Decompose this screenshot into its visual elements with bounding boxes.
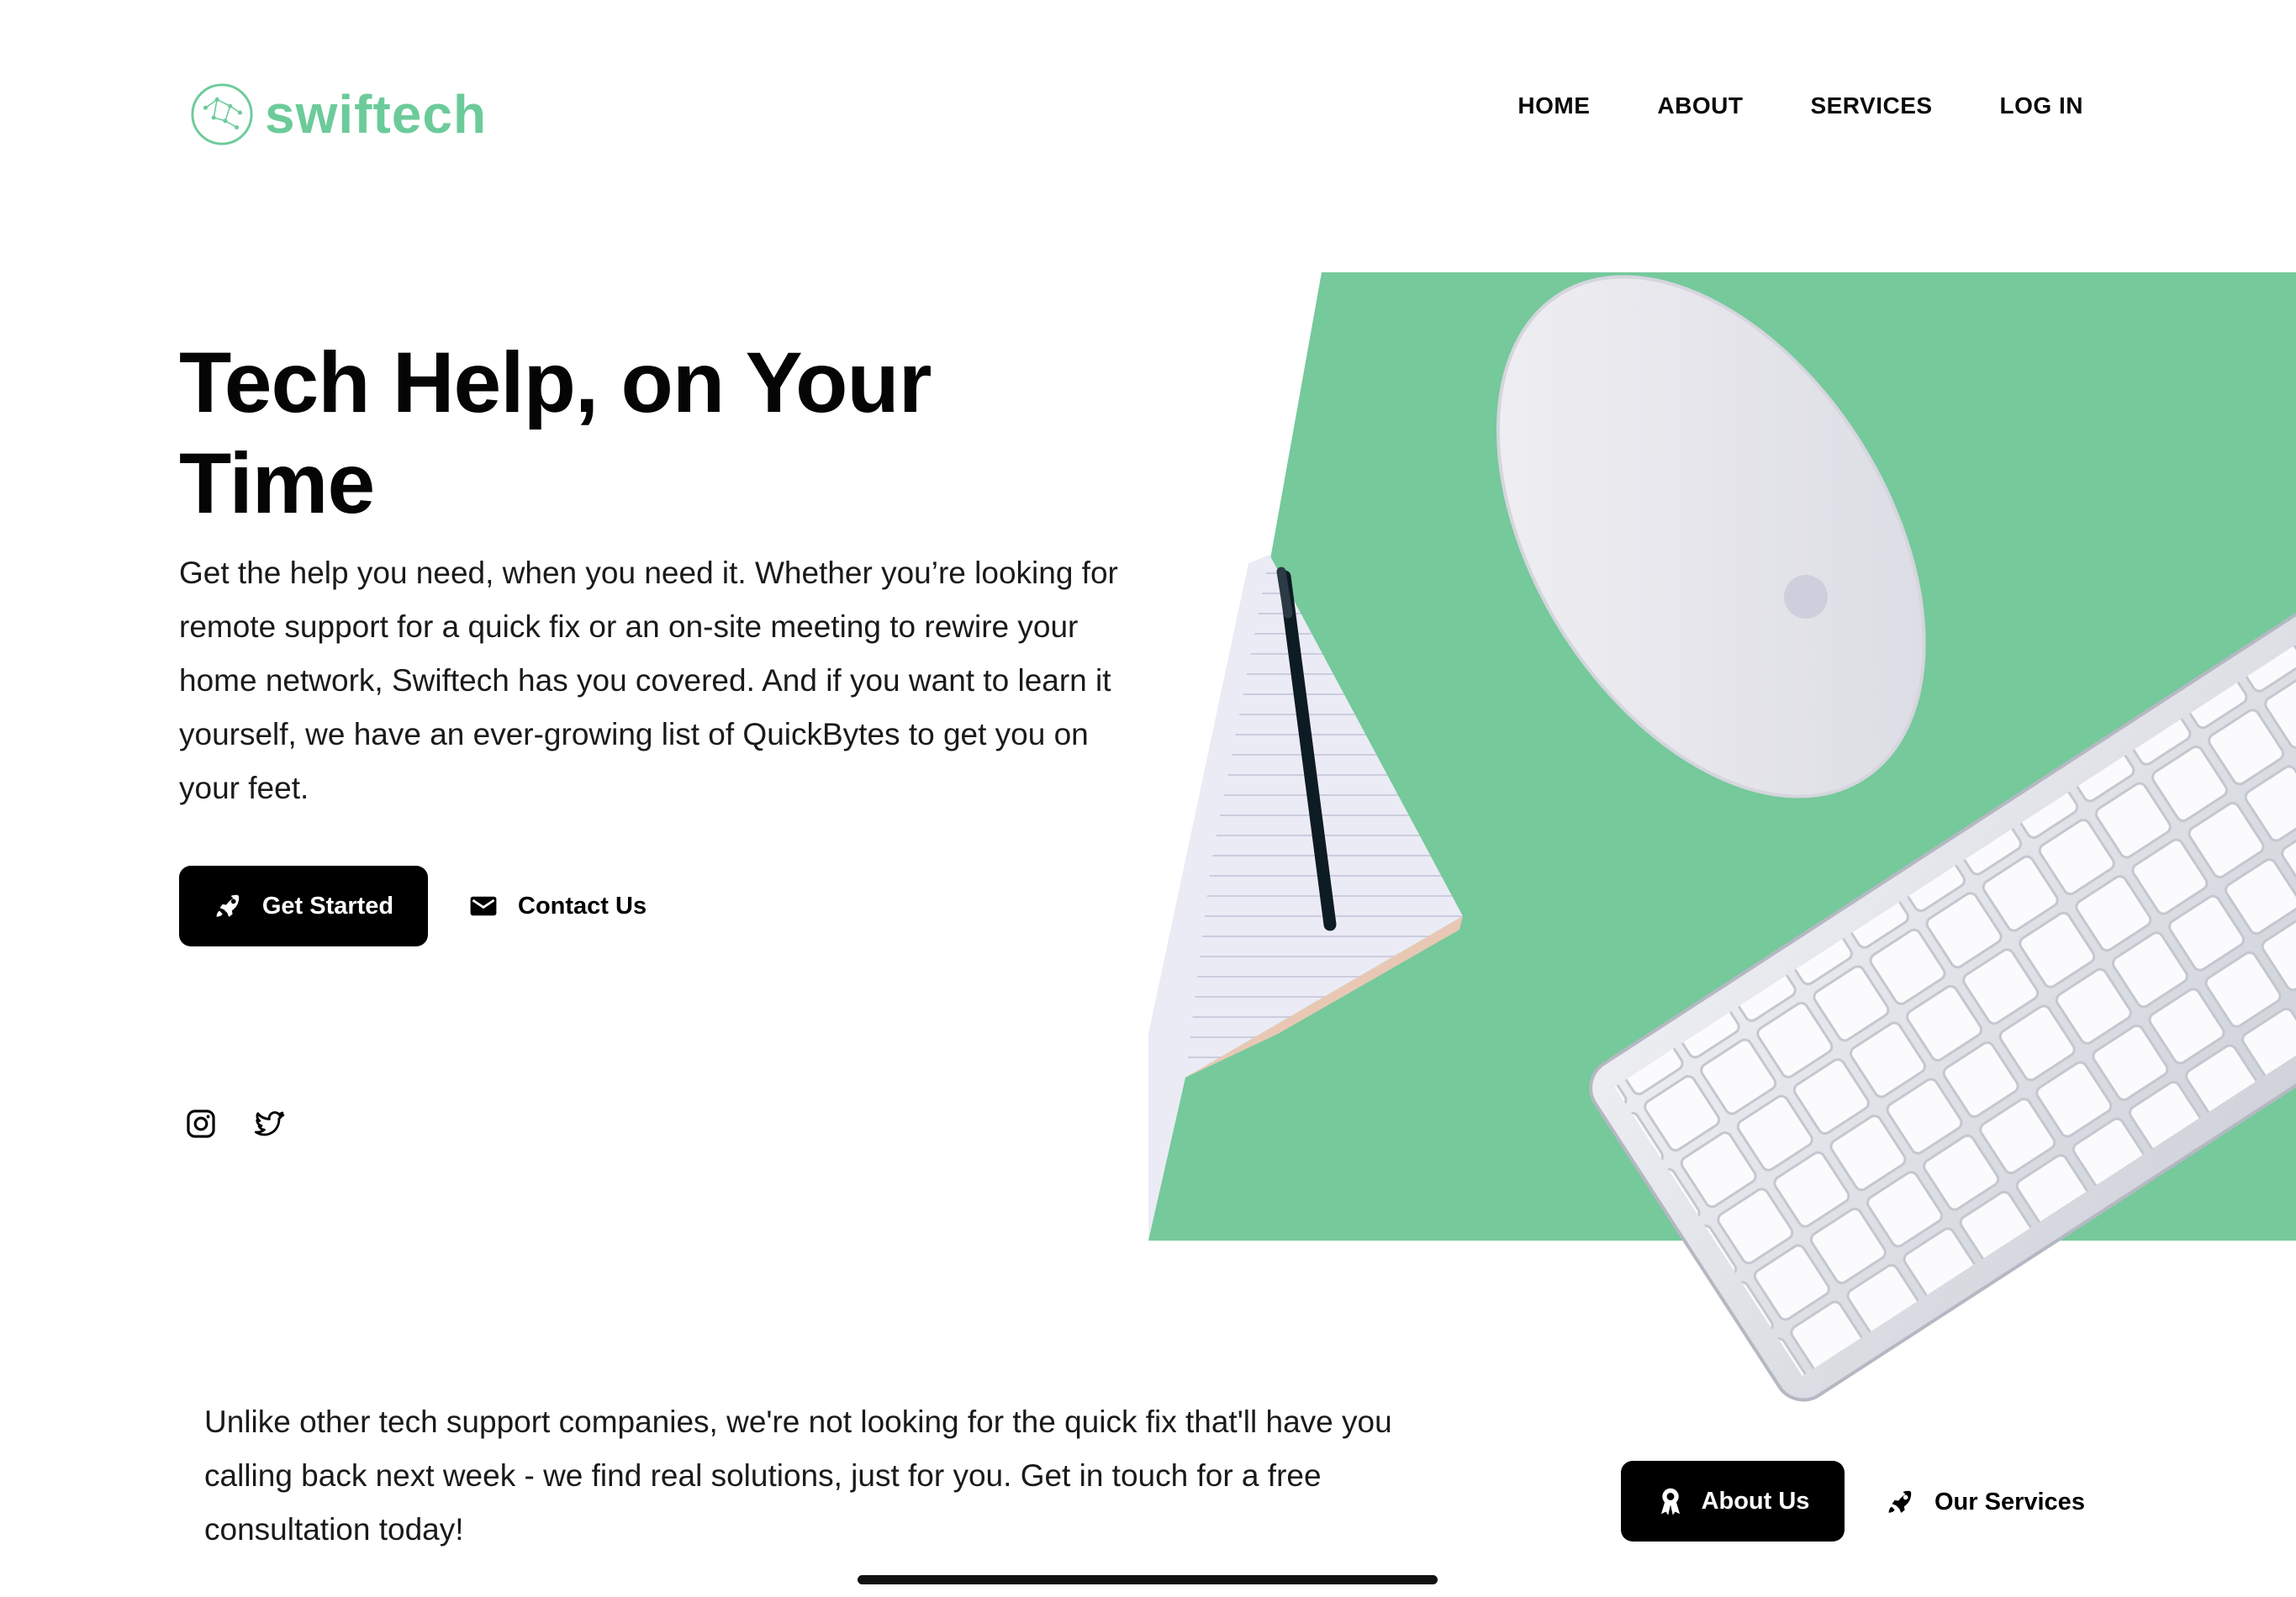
- instagram-icon[interactable]: [185, 1108, 217, 1140]
- hero-description: Get the help you need, when you need it.…: [179, 556, 1118, 805]
- about-us-label: About Us: [1701, 1487, 1810, 1515]
- home-indicator[interactable]: [858, 1575, 1438, 1584]
- our-services-label: Our Services: [1934, 1488, 2085, 1515]
- intro-text: Unlike other tech support companies, we'…: [204, 1405, 1392, 1547]
- hero-title: Tech Help, on Your Time: [179, 335, 932, 531]
- social-links: [185, 1108, 286, 1140]
- award-icon: [1660, 1488, 1680, 1515]
- brand-logo[interactable]: swiftech: [189, 81, 487, 148]
- main-nav: HOME ABOUT SERVICES LOG IN: [1517, 92, 2083, 119]
- mail-icon: [470, 896, 497, 916]
- rocket-icon: [216, 894, 240, 917]
- about-us-button[interactable]: About Us: [1621, 1461, 1845, 1542]
- get-started-button[interactable]: Get Started: [179, 866, 428, 946]
- nav-login[interactable]: LOG IN: [2000, 92, 2083, 119]
- contact-us-button[interactable]: Contact Us: [469, 887, 647, 925]
- get-started-label: Get Started: [261, 892, 394, 920]
- twitter-icon[interactable]: [254, 1108, 286, 1140]
- hero-image: [1148, 272, 2296, 1402]
- nav-home[interactable]: HOME: [1517, 92, 1590, 119]
- brand-name: swiftech: [265, 84, 488, 145]
- our-services-button[interactable]: Our Services: [1886, 1483, 2085, 1521]
- contact-us-label: Contact Us: [518, 892, 647, 920]
- rocket-icon: [1888, 1490, 1912, 1513]
- nav-about[interactable]: ABOUT: [1657, 92, 1743, 119]
- constellation-globe-icon: [191, 83, 253, 145]
- nav-services[interactable]: SERVICES: [1810, 92, 1932, 119]
